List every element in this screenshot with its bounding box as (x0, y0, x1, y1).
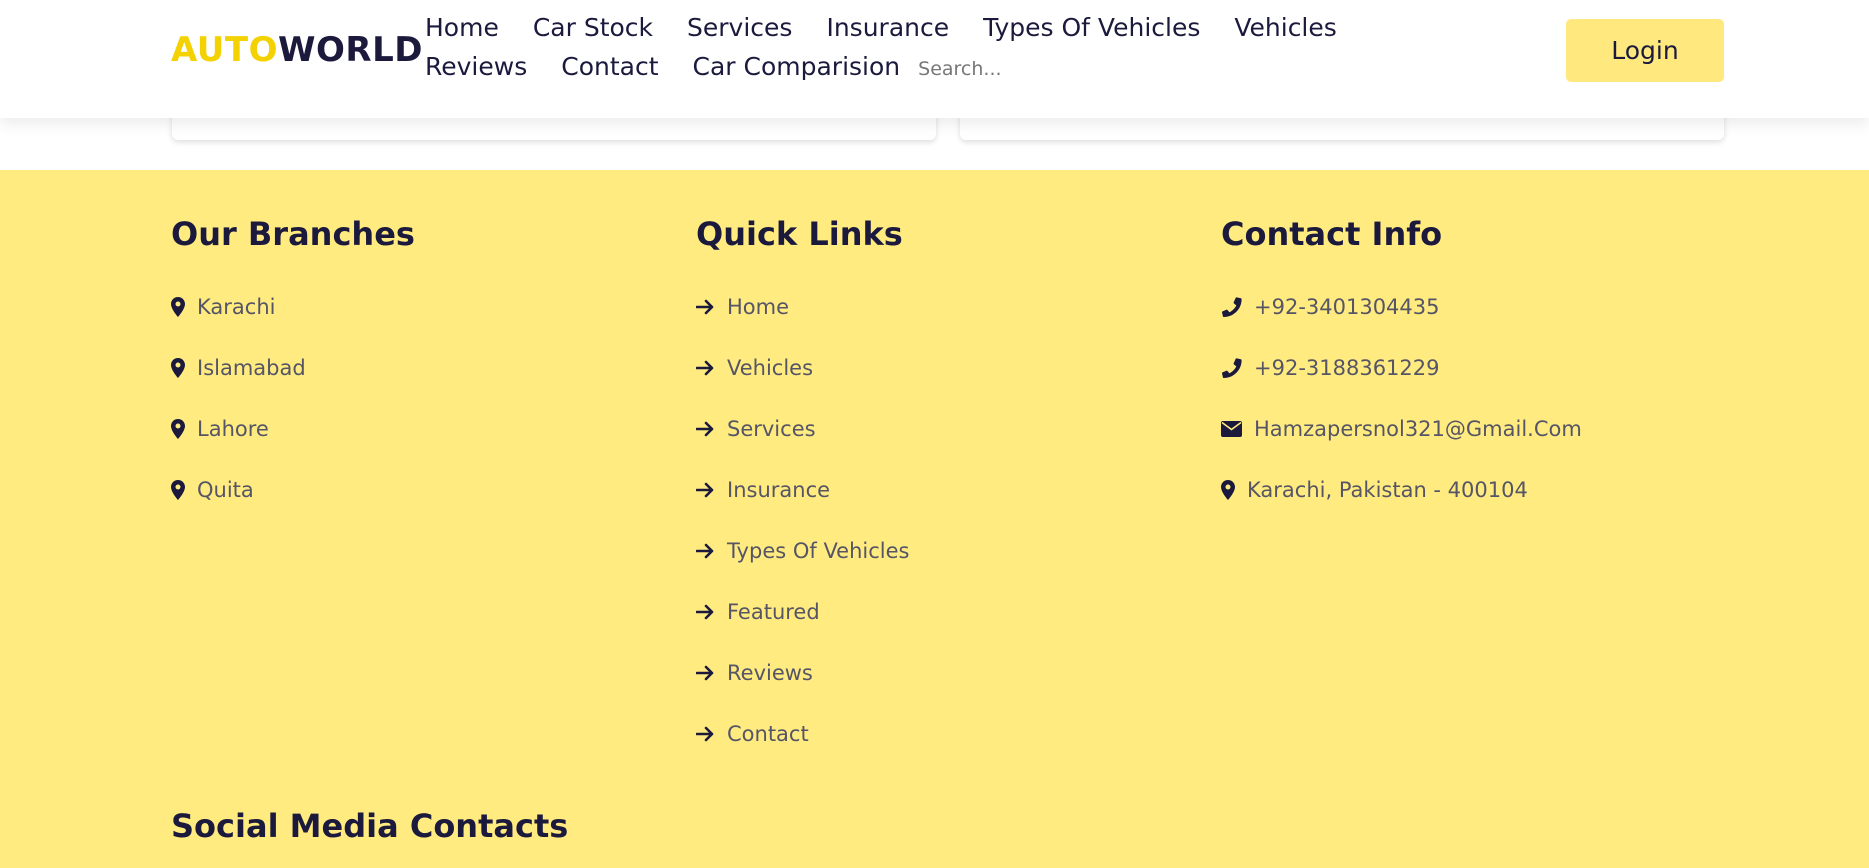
footer-link-label: Services (727, 416, 816, 441)
footer-link-services[interactable]: Services (696, 398, 910, 459)
contact-address-label: Karachi, Pakistan - 400104 (1247, 477, 1528, 502)
branch-label: Quita (197, 477, 254, 502)
nav-services[interactable]: Services (687, 8, 792, 47)
contact-phone-1[interactable]: +92-3401304435 (1221, 276, 1582, 337)
contact-email[interactable]: Hamzapersnol321@Gmail.Com (1221, 398, 1582, 459)
arrow-right-icon (696, 299, 715, 315)
main-nav: Home Car Stock Services Insurance Types … (425, 8, 1505, 86)
footer-link-reviews[interactable]: Reviews (696, 642, 910, 703)
nav-insurance[interactable]: Insurance (826, 8, 949, 47)
nav-types-of-vehicles[interactable]: Types Of Vehicles (983, 8, 1200, 47)
footer-link-featured[interactable]: Featured (696, 581, 910, 642)
contact-title: Contact Info (1221, 215, 1443, 253)
nav-contact[interactable]: Contact (561, 47, 658, 86)
map-marker-icon (171, 296, 185, 317)
footer-link-vehicles[interactable]: Vehicles (696, 337, 910, 398)
footer-link-label: Reviews (727, 660, 813, 685)
branch-link-quita[interactable]: Quita (171, 459, 415, 520)
arrow-right-icon (696, 360, 715, 376)
footer-link-label: Featured (727, 599, 820, 624)
map-marker-icon (171, 479, 185, 500)
contact-column: Contact Info +92-3401304435 +92-31883612… (1221, 214, 1582, 520)
site-footer: Our Branches Karachi Islamabad Lahore Qu… (0, 170, 1869, 868)
logo-world: WORLD (277, 30, 423, 70)
arrow-right-icon (696, 665, 715, 681)
social-media-title: Social Media Contacts (171, 807, 569, 845)
footer-link-types-of-vehicles[interactable]: Types Of Vehicles (696, 520, 910, 581)
map-marker-icon (171, 418, 185, 439)
footer-link-label: Insurance (727, 477, 831, 502)
footer-link-label: Vehicles (727, 355, 814, 380)
footer-link-home[interactable]: Home (696, 276, 910, 337)
contact-phone-2[interactable]: +92-3188361229 (1221, 337, 1582, 398)
nav-home[interactable]: Home (425, 8, 499, 47)
contact-phone-label: +92-3401304435 (1254, 294, 1440, 319)
footer-link-label: Home (727, 294, 790, 319)
phone-icon (1221, 357, 1242, 378)
branch-label: Lahore (197, 416, 269, 441)
envelope-icon (1221, 420, 1242, 437)
branch-label: Islamabad (197, 355, 306, 380)
quick-links-column: Quick Links Home Vehicles Services Insur… (696, 214, 910, 764)
contact-phone-label: +92-3188361229 (1254, 355, 1440, 380)
nav-reviews[interactable]: Reviews (425, 47, 527, 86)
nav-car-comparision[interactable]: Car Comparision (693, 47, 901, 86)
login-button[interactable]: Login (1566, 19, 1724, 82)
branches-column: Our Branches Karachi Islamabad Lahore Qu… (171, 214, 415, 520)
map-marker-icon (171, 357, 185, 378)
branches-title: Our Branches (171, 215, 415, 253)
branch-link-lahore[interactable]: Lahore (171, 398, 415, 459)
contact-email-label: Hamzapersnol321@Gmail.Com (1254, 416, 1582, 441)
arrow-right-icon (696, 726, 715, 742)
phone-icon (1221, 296, 1242, 317)
footer-link-insurance[interactable]: Insurance (696, 459, 910, 520)
branch-link-karachi[interactable]: Karachi (171, 276, 415, 337)
logo[interactable]: AUTOWORLD (171, 30, 423, 70)
branch-label: Karachi (197, 294, 276, 319)
nav-car-stock[interactable]: Car Stock (533, 8, 653, 47)
branch-link-islamabad[interactable]: Islamabad (171, 337, 415, 398)
arrow-right-icon (696, 604, 715, 620)
quick-links-title: Quick Links (696, 215, 903, 253)
nav-vehicles[interactable]: Vehicles (1234, 8, 1336, 47)
footer-link-label: Types Of Vehicles (727, 538, 910, 563)
site-header: AUTOWORLD Home Car Stock Services Insura… (0, 0, 1869, 118)
contact-address[interactable]: Karachi, Pakistan - 400104 (1221, 459, 1582, 520)
arrow-right-icon (696, 543, 715, 559)
footer-link-contact[interactable]: Contact (696, 703, 910, 764)
logo-auto: AUTO (171, 30, 278, 70)
footer-link-label: Contact (727, 721, 809, 746)
arrow-right-icon (696, 421, 715, 437)
search-input[interactable] (918, 54, 1099, 84)
arrow-right-icon (696, 482, 715, 498)
map-marker-icon (1221, 479, 1235, 500)
